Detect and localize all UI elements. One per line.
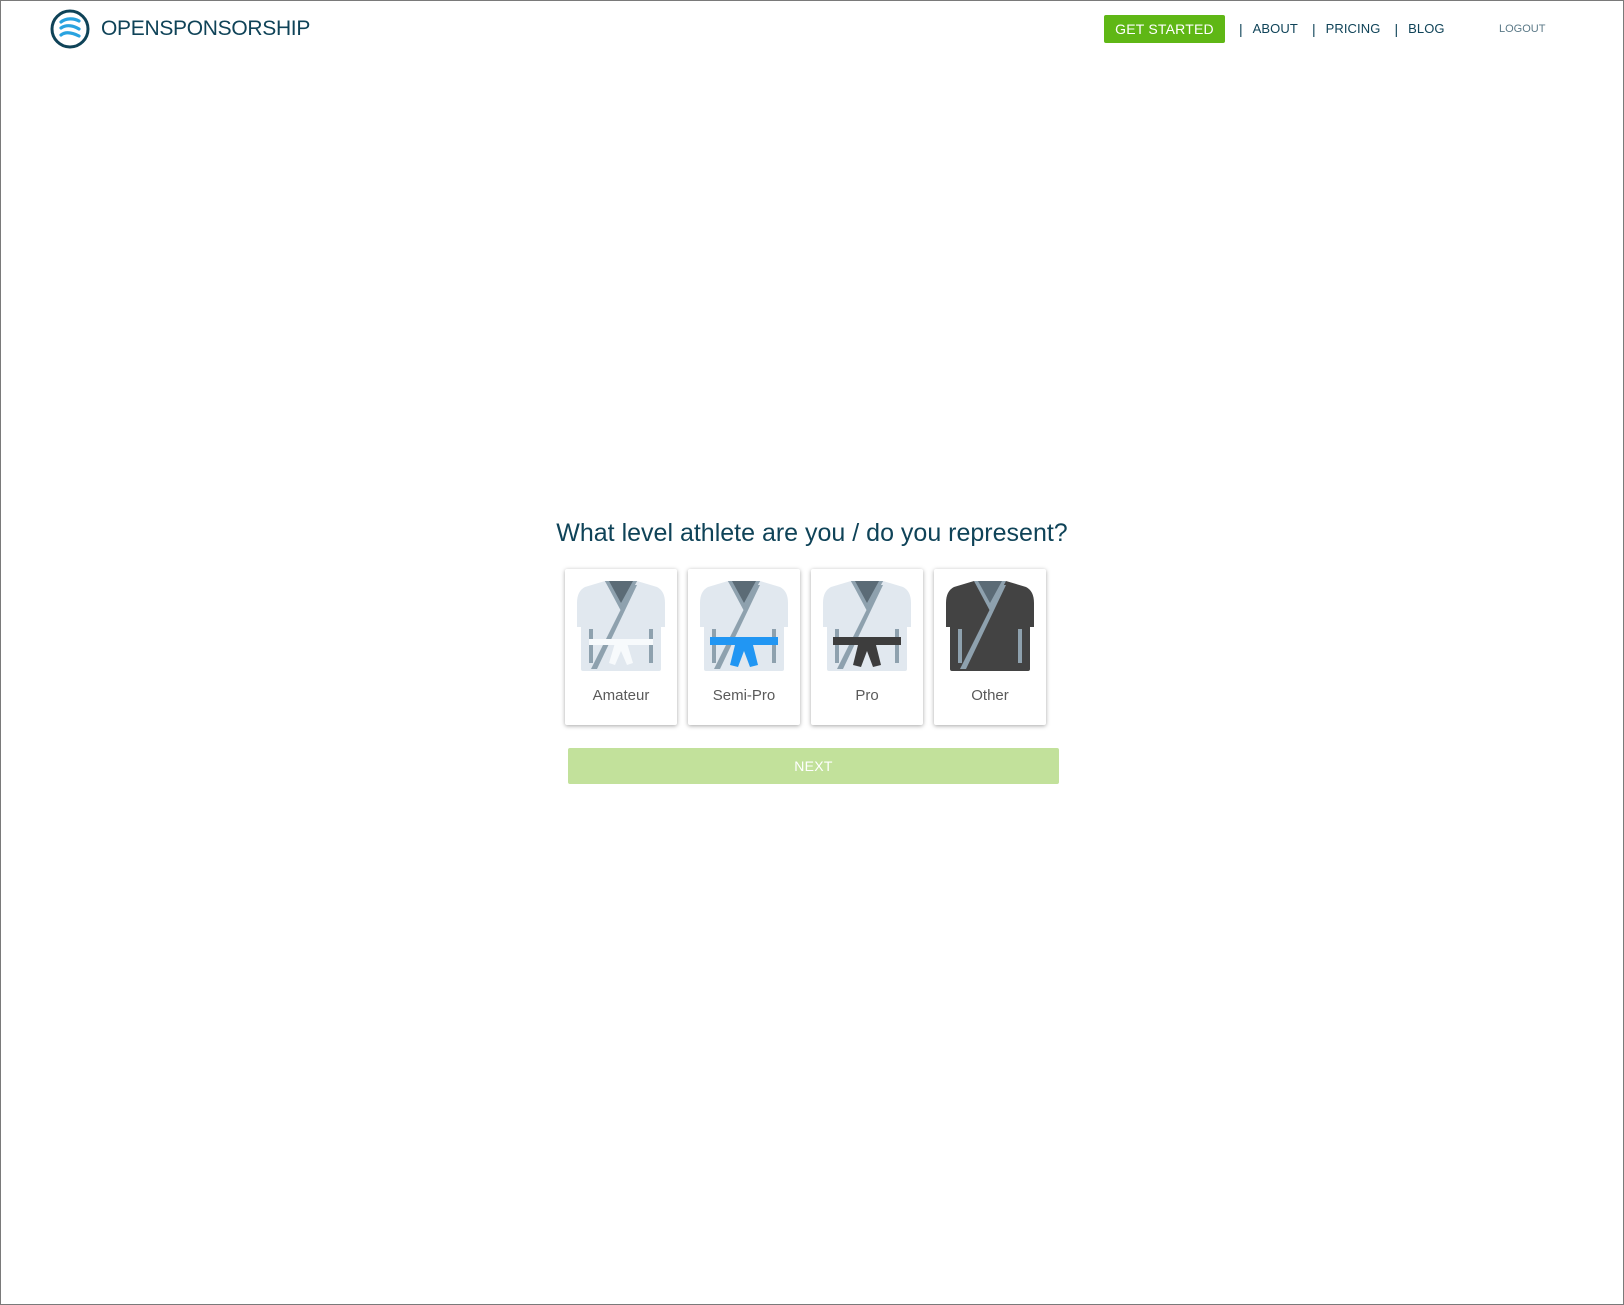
logout-link[interactable]: LOGOUT (1499, 15, 1545, 43)
logo-wordmark: OPENSPONSORSHIP (101, 17, 311, 40)
option-pro[interactable]: Pro (811, 569, 923, 725)
option-amateur[interactable]: Amateur (565, 569, 677, 725)
nav-separator: | (1394, 21, 1399, 37)
black-belt-gi-icon (823, 581, 911, 671)
top-nav: GET STARTED | ABOUT | PRICING | BLOG (1104, 15, 1445, 43)
get-started-button[interactable]: GET STARTED (1104, 15, 1225, 43)
site-header: OPENSPONSORSHIP GET STARTED | ABOUT | PR… (0, 0, 1624, 60)
athlete-level-options: Amateur Semi-Pro Pro Other (565, 569, 1046, 725)
option-label: Pro (855, 687, 879, 704)
next-button[interactable]: NEXT (568, 748, 1059, 784)
option-semi-pro[interactable]: Semi-Pro (688, 569, 800, 725)
opensponsorship-logo-icon (50, 9, 90, 49)
nav-separator: | (1239, 21, 1243, 37)
option-label: Amateur (592, 687, 650, 704)
blue-belt-gi-icon (700, 581, 788, 671)
athlete-level-question: What level athlete are you / do you repr… (556, 519, 1068, 547)
nav-link-pricing[interactable]: PRICING (1326, 15, 1381, 43)
option-other[interactable]: Other (934, 569, 1046, 725)
site-logo[interactable]: OPENSPONSORSHIP (50, 9, 310, 49)
white-belt-gi-icon (577, 581, 665, 671)
dark-gi-icon (946, 581, 1034, 671)
option-label: Other (971, 687, 1009, 704)
nav-separator: | (1311, 21, 1316, 37)
nav-link-blog[interactable]: BLOG (1408, 15, 1445, 43)
option-label: Semi-Pro (712, 687, 776, 704)
nav-link-about[interactable]: ABOUT (1253, 15, 1298, 43)
